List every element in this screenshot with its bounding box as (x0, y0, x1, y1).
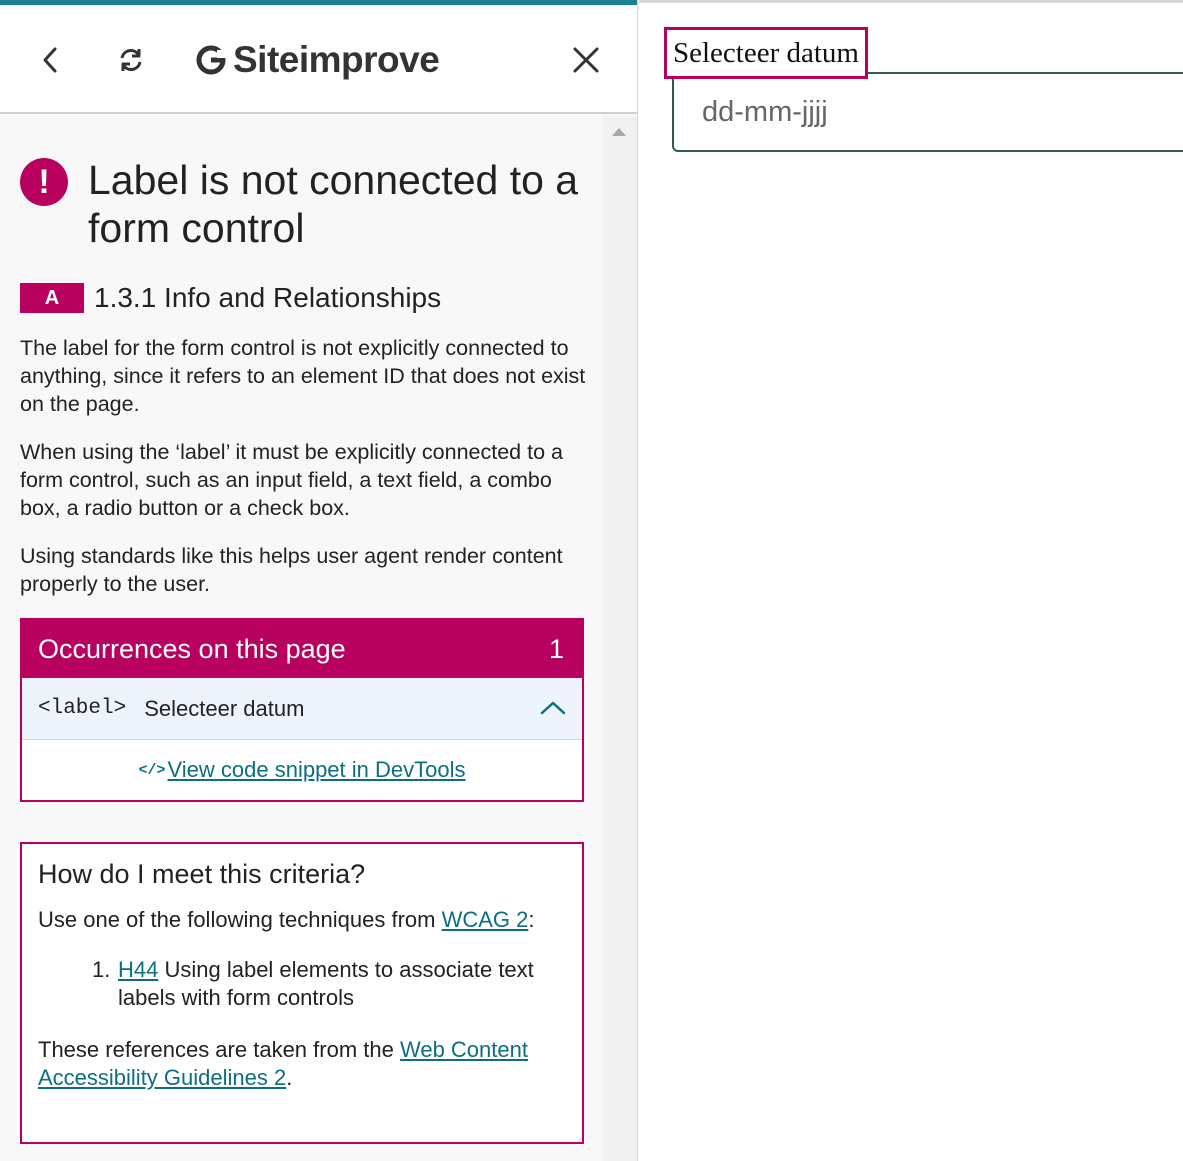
devtools-link-row: </> View code snippet in DevTools (22, 740, 582, 800)
issue-benefit: Using standards like this helps user age… (20, 544, 563, 596)
occurrences-title: Occurrences on this page (38, 633, 346, 664)
close-button[interactable] (561, 5, 611, 114)
techniques-intro-end: : (528, 907, 535, 932)
technique-list-item: 1. H44 Using label elements to associate… (38, 956, 566, 1012)
highlighted-date-label: Selecteer datum (664, 27, 868, 79)
technique-number: 1. (92, 957, 111, 982)
occurrence-text: Selecteer datum (144, 695, 305, 721)
occurrences-box: Occurrences on this page 1 <label> Selec… (20, 618, 584, 802)
scroll-up-arrow-icon[interactable] (612, 128, 626, 136)
chevron-up-icon[interactable] (540, 700, 566, 716)
techniques-intro: Use one of the following techniques from… (38, 906, 566, 934)
siteimprove-logo-icon (196, 45, 227, 74)
logo-text: Siteimprove (233, 38, 440, 80)
error-icon: ! (20, 158, 68, 206)
panel-scrollbar[interactable] (603, 116, 637, 1161)
h44-link[interactable]: H44 (118, 957, 158, 982)
references-end: . (286, 1065, 293, 1090)
refresh-icon (120, 48, 142, 71)
technique-text-wrap: H44 Using label elements to associate te… (118, 956, 566, 1012)
occurrence-item[interactable]: <label> Selecteer datum (22, 678, 582, 740)
page-top-border (639, 0, 1183, 3)
issue-description: The label for the form control is not ex… (20, 336, 586, 416)
issue-title: Label is not connected to a form control (88, 157, 579, 251)
code-icon: </> (138, 761, 166, 779)
view-code-snippet-link[interactable]: View code snippet in DevTools (168, 757, 466, 783)
criterion-name: 1.3.1 Info and Relationships (94, 282, 442, 313)
close-icon (573, 47, 599, 72)
how-to-meet-title: How do I meet this criteria? (38, 859, 366, 889)
techniques-intro-text: Use one of the following techniques from (38, 907, 442, 932)
panel-scroll-area: ! Label is not connected to a form contr… (0, 116, 603, 1161)
back-button[interactable] (25, 5, 75, 114)
conformance-level-badge: A (20, 283, 84, 313)
how-to-meet-box: How do I meet this criteria? Use one of … (20, 842, 584, 1144)
chevron-left-icon (43, 47, 57, 72)
refresh-button[interactable] (106, 5, 156, 114)
technique-description: Using label elements to associate text l… (118, 957, 534, 1010)
references-text: These references are taken from the (38, 1037, 400, 1062)
occurrences-count: 1 (548, 633, 564, 664)
occurrences-header: Occurrences on this page 1 (22, 620, 582, 678)
criterion-row: A 1.3.1 Info and Relationships (20, 282, 441, 314)
panel-header: Siteimprove (0, 5, 637, 114)
date-input[interactable] (672, 72, 1183, 152)
issue-header: ! Label is not connected to a form contr… (20, 156, 590, 252)
issue-explanation: When using the ‘label’ it must be explic… (20, 440, 563, 520)
occurrence-tag: <label> (38, 697, 127, 720)
references-note: These references are taken from the Web … (38, 1036, 566, 1092)
wcag2-link[interactable]: WCAG 2 (442, 907, 529, 932)
siteimprove-logo: Siteimprove (195, 5, 440, 114)
siteimprove-panel: Siteimprove ! Label is not connected to … (0, 0, 638, 1161)
